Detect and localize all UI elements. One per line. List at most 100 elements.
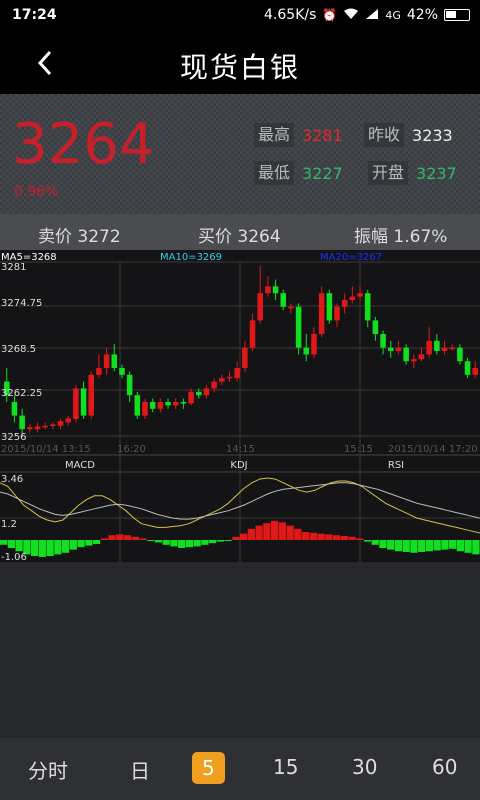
y-tick: 3274.75 <box>1 298 42 309</box>
tab-30min[interactable]: 30 <box>352 755 377 779</box>
period-tab-bar: 分时 日 5 15 30 60 <box>0 738 480 800</box>
macd-bar <box>170 540 178 547</box>
candle-body <box>280 293 287 307</box>
macd-bar <box>240 533 248 540</box>
macd-bar <box>247 528 255 540</box>
macd-bar <box>77 540 85 548</box>
candle-body <box>27 427 33 430</box>
indicator-tab-macd[interactable]: MACD <box>65 460 95 471</box>
candle-body <box>341 300 348 307</box>
macd-bar <box>472 540 480 555</box>
macd-bar <box>394 540 403 552</box>
candle-body <box>57 421 64 426</box>
macd-bar <box>301 532 310 540</box>
battery-percent: 42% <box>406 7 438 23</box>
macd-bar <box>116 534 124 540</box>
app-screen: 17:24 4.65K/s ⏰ 4G 42% 现货白银 3264 0.96% 最… <box>0 0 480 800</box>
signal-icon <box>365 8 379 23</box>
macd-bar <box>7 540 15 548</box>
wifi-icon <box>343 8 359 23</box>
candle-body <box>411 359 417 362</box>
macd-bar <box>317 533 325 540</box>
network-speed: 4.65K/s <box>264 7 317 23</box>
candle-body <box>295 306 302 348</box>
open-value: 3237 <box>416 163 457 183</box>
x-tick: 16:20 <box>117 444 146 455</box>
macd-bar <box>410 540 418 553</box>
macd-bar <box>30 540 39 556</box>
candle-body <box>418 354 425 360</box>
indicator-tab-kdj[interactable]: KDJ <box>230 460 247 471</box>
candle-body <box>126 374 133 396</box>
open-label: 开盘 <box>368 161 409 185</box>
candle-body <box>234 368 240 379</box>
candle-body <box>42 425 48 428</box>
macd-bar <box>54 540 62 555</box>
candle-body <box>349 296 356 300</box>
macd-bar <box>433 540 441 551</box>
tab-day[interactable]: 日 <box>130 755 150 784</box>
macd-bar <box>209 540 217 544</box>
macd-bar <box>224 540 232 541</box>
macd-bar <box>38 540 46 557</box>
macd-bar <box>387 540 395 550</box>
macd-bar <box>278 522 286 540</box>
indicator-tab-rsi[interactable]: RSI <box>388 460 404 471</box>
macd-bar <box>270 520 279 540</box>
macd-bar <box>456 540 465 552</box>
candle-body <box>34 426 41 430</box>
tab-intraday[interactable]: 分时 <box>28 755 68 784</box>
candle-body <box>318 293 325 334</box>
tab-60min[interactable]: 60 <box>432 755 457 779</box>
macd-tick: 3.46 <box>1 474 23 485</box>
tab-5min[interactable]: 5 <box>192 752 225 784</box>
candle-body <box>211 381 217 389</box>
macd-tick: 1.2 <box>1 519 17 530</box>
candle-body <box>226 376 233 379</box>
macd-bar <box>371 540 379 545</box>
open-cell: 开盘 3237 <box>368 161 457 185</box>
macd-bar <box>363 540 372 542</box>
macd-bar <box>232 536 240 540</box>
candle-body <box>249 320 256 348</box>
high-value: 3281 <box>302 125 343 145</box>
candle-body <box>434 340 440 351</box>
high-cell: 最高 3281 <box>254 123 343 147</box>
candle-body <box>165 402 171 406</box>
low-value: 3227 <box>302 163 343 183</box>
status-right: 4.65K/s ⏰ 4G 42% <box>264 7 470 23</box>
macd-bar <box>185 540 194 548</box>
status-time: 17:24 <box>12 7 57 23</box>
kline-chart[interactable]: MA5=3268 MA10=3269 MA20=3267 3281 3274.7… <box>0 250 480 563</box>
macd-bar <box>69 540 77 550</box>
macd-bar <box>286 525 294 540</box>
x-tick: 15:15 <box>344 444 373 455</box>
sell-price: 卖价 3272 <box>38 227 121 247</box>
candle-body <box>111 354 118 368</box>
low-cell: 最低 3227 <box>254 161 343 185</box>
macd-bar <box>332 535 341 540</box>
macd-bar <box>154 540 163 543</box>
macd-bar <box>325 534 333 540</box>
candle-body <box>457 347 463 362</box>
candle-body <box>388 347 394 351</box>
chart-grid <box>0 261 480 562</box>
macd-tick: -1.06 <box>1 552 27 562</box>
candle-body <box>403 347 409 362</box>
kline-chart-area[interactable]: MA5=3268 MA10=3269 MA20=3267 3281 3274.7… <box>0 250 480 563</box>
candle-body <box>142 402 148 416</box>
macd-bar <box>147 540 155 541</box>
macd-bar <box>0 540 8 545</box>
battery-icon <box>444 9 470 21</box>
candle-body <box>364 293 371 321</box>
candle-body <box>464 361 471 375</box>
candle-body <box>73 388 79 419</box>
macd-bar <box>139 538 147 540</box>
macd-bar <box>85 540 93 546</box>
buy-price: 买价 3264 <box>198 227 281 247</box>
macd-bar <box>15 540 23 552</box>
alarm-icon: ⏰ <box>322 8 338 22</box>
tab-15min[interactable]: 15 <box>273 755 298 779</box>
macd-bar <box>216 540 225 542</box>
y-tick: 3281 <box>1 262 26 273</box>
